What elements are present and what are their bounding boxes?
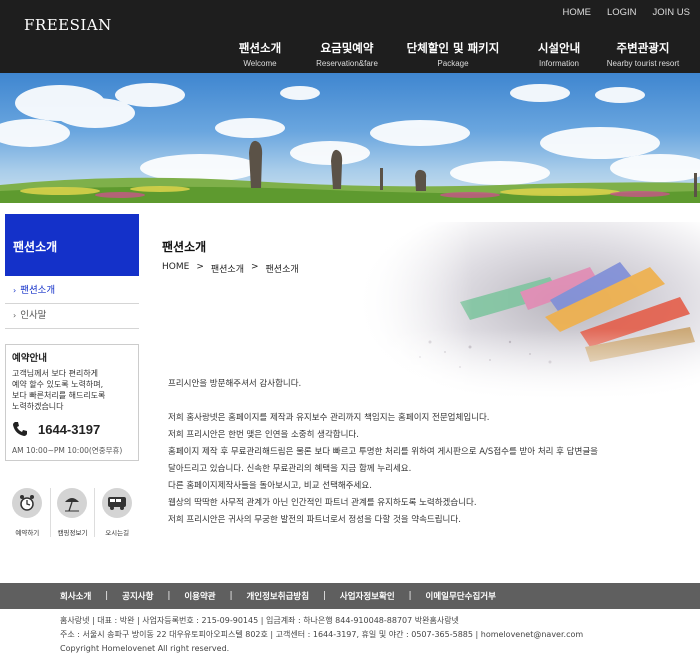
- paragraph: 저희 프리시안은 귀사의 무궁한 발전의 파트너로서 정성을 다할 것을 약속드…: [168, 515, 461, 525]
- phone-number[interactable]: 1644-3197: [38, 422, 100, 437]
- join-link[interactable]: JOIN US: [653, 7, 690, 18]
- intro-text: 프리시안을 방문해주셔서 감사합니다. 저희 홈사랑넷은 홈페이지를 제작과 유…: [168, 376, 668, 529]
- nav-sublabel: Nearby tourist resort: [606, 59, 680, 68]
- desc-line: 고객님께서 보다 편리하게: [12, 369, 99, 378]
- business-hours: AM 10:00~PM 10:00(연중무휴): [12, 446, 123, 455]
- sidebar-item-greeting[interactable]: › 인사말: [5, 304, 139, 329]
- footer-link-notice[interactable]: 공지사항: [122, 590, 153, 602]
- copyright: Copyright Homelovenet All right reserved…: [60, 644, 230, 653]
- footer-info-line: 홈사랑넷 | 대표 : 박완 | 사업자등록번호 : 215-09-90145 …: [60, 616, 459, 625]
- desc-line: 노력하겠습니다: [12, 402, 64, 411]
- nav-item-information[interactable]: 시설안내 Information: [526, 40, 592, 68]
- quick-reserve-button[interactable]: 예약하기: [5, 488, 50, 537]
- nav-item-welcome[interactable]: 팬션소개 Welcome: [228, 40, 292, 68]
- sidebar-item-label: 팬션소개: [20, 285, 56, 296]
- bus-icon: [102, 488, 133, 518]
- sidebar-item-welcome[interactable]: › 팬션소개: [5, 279, 139, 304]
- nav-sublabel: Reservation&fare: [316, 59, 378, 68]
- paragraph: 다른 홈페이지제작사들을 돌아보시고, 비교 선택해주세요.: [168, 481, 372, 491]
- breadcrumb-item[interactable]: 팬션소개: [211, 262, 244, 275]
- breadcrumb: HOME > 팬션소개 > 팬션소개: [162, 262, 299, 275]
- phone-row: 1644-3197: [12, 421, 132, 437]
- parasol-icon: [57, 488, 88, 518]
- nav-label: 단체할인 및 패키지: [406, 41, 500, 55]
- paragraph: 웹상의 딱딱한 사무적 관계가 아닌 인간적인 파트너 관계를 유지하도록 노력…: [168, 498, 477, 508]
- separator: |: [105, 591, 109, 601]
- chevron-right-icon: ›: [13, 311, 17, 320]
- sidebar-title: 팬션소개: [13, 240, 58, 254]
- logo[interactable]: FREESIAN: [24, 16, 112, 34]
- nav-label: 요금및예약: [320, 41, 374, 55]
- separator: |: [167, 591, 171, 601]
- nav-item-reservation[interactable]: 요금및예약 Reservation&fare: [308, 40, 386, 68]
- crayons-image: [350, 222, 700, 400]
- main-nav: 팬션소개 Welcome 요금및예약 Reservation&fare 단체할인…: [0, 40, 700, 70]
- nav-sublabel: Package: [437, 59, 469, 68]
- separator: |: [408, 591, 412, 601]
- nav-item-package[interactable]: 단체할인 및 패키지 Package: [400, 40, 506, 68]
- chevron-right-icon: >: [196, 262, 204, 272]
- reservation-info-box: 예약안내 고객님께서 보다 편리하게 예약 할수 있도록 노력하며, 보다 빠른…: [5, 344, 139, 461]
- breadcrumb-current: 팬션소개: [265, 265, 299, 275]
- nav-sublabel: Information: [538, 59, 580, 68]
- paragraph: 달아드리고 있습니다. 신속한 무료관리의 혜택을 지금 함께 누리세요.: [168, 464, 412, 474]
- quick-label: 오시는길: [105, 529, 130, 537]
- nav-item-tourist[interactable]: 주변관광지 Nearby tourist resort: [597, 40, 689, 68]
- util-nav: HOME LOGIN JOIN US: [562, 7, 690, 18]
- paragraph: 홈페이지 제작 후 무료관리해드림은 물론 보다 빠르고 투명한 처리를 위하여…: [168, 447, 598, 457]
- quick-label: 캠핑정보기: [57, 529, 88, 537]
- home-link[interactable]: HOME: [562, 7, 591, 18]
- footer-info-line: 주소 : 서울시 송파구 방이동 22 대우유토피아오피스텔 802호 | 고객…: [60, 630, 584, 639]
- footer-nav: 회사소개 | 공지사항 | 이용약관 | 개인정보취급방침 | 사업자정보확인 …: [0, 583, 700, 609]
- footer-info: 홈사랑넷 | 대표 : 박완 | 사업자등록번호 : 215-09-90145 …: [60, 614, 583, 656]
- page-title: 팬션소개: [162, 240, 207, 254]
- separator: |: [229, 591, 233, 601]
- banner-image: [0, 73, 700, 203]
- quick-menu: 예약하기 캠핑정보기 오시는길: [5, 488, 139, 537]
- chevron-right-icon: >: [250, 262, 259, 272]
- paragraph: 저희 홈사랑넷은 홈페이지를 제작과 유지보수 관리까지 책임지는 홈페이지 전…: [168, 413, 490, 423]
- reservation-desc: 고객님께서 보다 편리하게 예약 할수 있도록 노력하며, 보다 빠른처리를 해…: [12, 368, 132, 412]
- phone-icon: [13, 422, 27, 436]
- header: FREESIAN HOME LOGIN JOIN US 팬션소개 Welcome…: [0, 0, 700, 73]
- footer-link-privacy[interactable]: 개인정보취급방침: [246, 590, 309, 602]
- sidebar-title-box: 팬션소개: [5, 214, 139, 276]
- desc-line: 예약 할수 있도록 노력하며,: [12, 380, 104, 389]
- quick-camping-button[interactable]: 캠핑정보기: [49, 488, 95, 537]
- nav-sublabel: Welcome: [243, 59, 277, 68]
- paragraph-spacer: [168, 393, 668, 410]
- nav-label: 팬션소개: [238, 41, 282, 55]
- sidebar-menu: › 팬션소개 › 인사말: [5, 279, 139, 329]
- nav-label: 주변관광지: [616, 41, 670, 55]
- reservation-title: 예약안내: [12, 353, 47, 364]
- landscape-illustration: [0, 83, 700, 203]
- quick-label: 예약하기: [15, 529, 40, 537]
- desc-line: 보다 빠른처리를 해드리도록: [12, 391, 106, 400]
- login-link[interactable]: LOGIN: [607, 7, 637, 18]
- separator: |: [323, 591, 326, 601]
- footer-link-company[interactable]: 회사소개: [60, 590, 91, 602]
- breadcrumb-home[interactable]: HOME: [162, 262, 189, 275]
- quick-directions-button[interactable]: 오시는길: [94, 488, 139, 537]
- paragraph: 프리시안을 방문해주셔서 감사합니다.: [168, 379, 302, 389]
- footer-link-business-info[interactable]: 사업자정보확인: [340, 590, 395, 602]
- sidebar-item-label: 인사말: [20, 310, 47, 321]
- alarm-clock-icon: [12, 488, 43, 518]
- footer-link-email-policy[interactable]: 이메일무단수집거부: [426, 590, 496, 602]
- chevron-right-icon: ›: [13, 286, 17, 295]
- paragraph: 저희 프리시안은 한번 맺은 인연을 소중히 생각합니다.: [168, 430, 359, 440]
- nav-label: 시설안내: [537, 41, 581, 55]
- footer-link-terms[interactable]: 이용약관: [184, 590, 215, 602]
